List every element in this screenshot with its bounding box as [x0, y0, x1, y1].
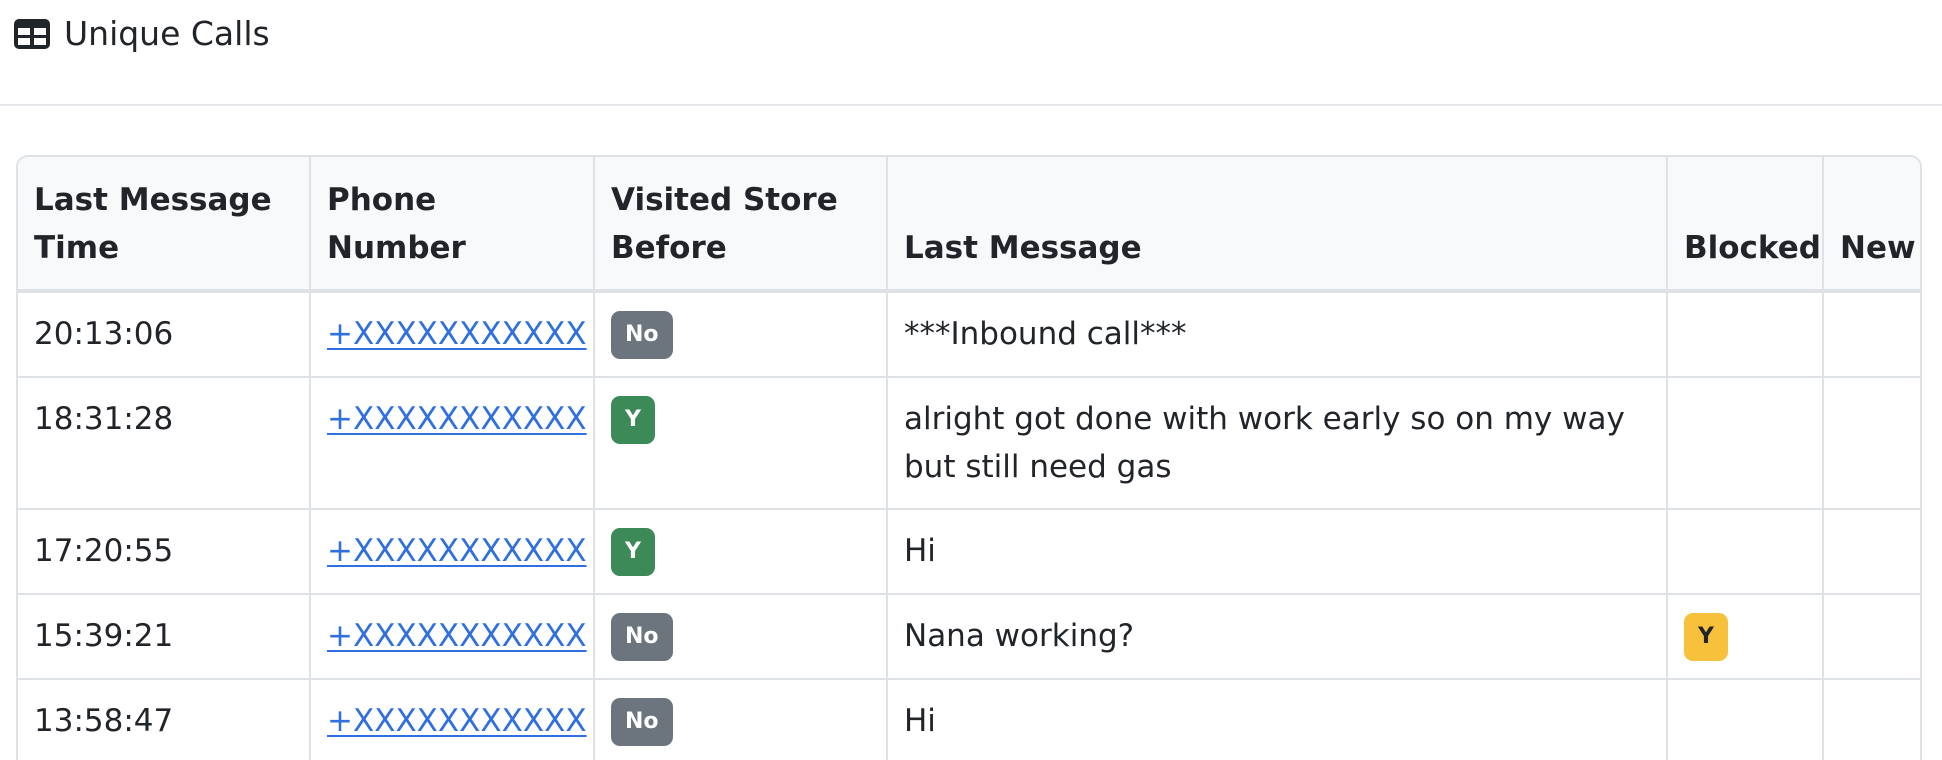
time-cell: 17:20:55: [18, 509, 311, 595]
table-row[interactable]: 13:58:47 +XXXXXXXXXXX No Hi: [18, 679, 1920, 760]
column-header-last-message-time[interactable]: Last Message Time: [18, 157, 311, 293]
blocked-cell: [1667, 509, 1824, 595]
phone-cell: +XXXXXXXXXXX: [310, 509, 595, 595]
column-header-visited-store-before[interactable]: Visited Store Before: [594, 157, 888, 293]
blocked-cell: Y: [1667, 594, 1824, 680]
phone-cell: +XXXXXXXXXXX: [310, 679, 595, 760]
table-icon: [14, 19, 50, 49]
blocked-badge: Y: [1684, 613, 1728, 661]
visited-cell: No: [594, 594, 888, 680]
new-cell: [1823, 291, 1920, 378]
table-header-row: Last Message Time Phone Number Visited S…: [18, 157, 1920, 293]
visited-badge: Y: [611, 528, 655, 576]
message-cell: Hi: [887, 679, 1668, 760]
blocked-cell: [1667, 377, 1824, 510]
table-row[interactable]: 18:31:28 +XXXXXXXXXXX Y alright got done…: [18, 377, 1920, 510]
message-cell: alright got done with work early so on m…: [887, 377, 1668, 510]
calls-table-container: Last Message Time Phone Number Visited S…: [16, 155, 1922, 760]
visited-cell: No: [594, 291, 888, 378]
phone-cell: +XXXXXXXXXXX: [310, 594, 595, 680]
visited-cell: Y: [594, 509, 888, 595]
table-row[interactable]: 17:20:55 +XXXXXXXXXXX Y Hi: [18, 509, 1920, 595]
calls-table: Last Message Time Phone Number Visited S…: [18, 157, 1920, 760]
visited-cell: No: [594, 679, 888, 760]
table-row[interactable]: 20:13:06 +XXXXXXXXXXX No ***Inbound call…: [18, 291, 1920, 378]
message-cell: Nana working?: [887, 594, 1668, 680]
message-cell: ***Inbound call***: [887, 291, 1668, 378]
visited-badge: No: [611, 698, 673, 746]
phone-cell: +XXXXXXXXXXX: [310, 291, 595, 378]
visited-badge: No: [611, 613, 673, 661]
blocked-cell: [1667, 679, 1824, 760]
time-cell: 20:13:06: [18, 291, 311, 378]
phone-link[interactable]: +XXXXXXXXXXX: [327, 316, 587, 352]
column-header-new[interactable]: New: [1823, 157, 1920, 293]
phone-link[interactable]: +XXXXXXXXXXX: [327, 533, 587, 569]
column-header-blocked[interactable]: Blocked: [1667, 157, 1824, 293]
table-row[interactable]: 15:39:21 +XXXXXXXXXXX No Nana working? Y: [18, 594, 1920, 680]
new-cell: [1823, 509, 1920, 595]
time-cell: 13:58:47: [18, 679, 311, 760]
visited-badge: No: [611, 311, 673, 359]
new-cell: [1823, 377, 1920, 510]
blocked-cell: [1667, 291, 1824, 378]
page-header: Unique Calls: [0, 0, 1942, 106]
new-cell: [1823, 594, 1920, 680]
new-cell: [1823, 679, 1920, 760]
column-header-phone-number[interactable]: Phone Number: [310, 157, 595, 293]
phone-cell: +XXXXXXXXXXX: [310, 377, 595, 510]
phone-link[interactable]: +XXXXXXXXXXX: [327, 401, 587, 437]
time-cell: 18:31:28: [18, 377, 311, 510]
phone-link[interactable]: +XXXXXXXXXXX: [327, 618, 587, 654]
visited-badge: Y: [611, 396, 655, 444]
message-cell: Hi: [887, 509, 1668, 595]
phone-link[interactable]: +XXXXXXXXXXX: [327, 703, 587, 739]
page-title: Unique Calls: [64, 14, 270, 53]
visited-cell: Y: [594, 377, 888, 510]
time-cell: 15:39:21: [18, 594, 311, 680]
column-header-last-message[interactable]: Last Message: [887, 157, 1668, 293]
